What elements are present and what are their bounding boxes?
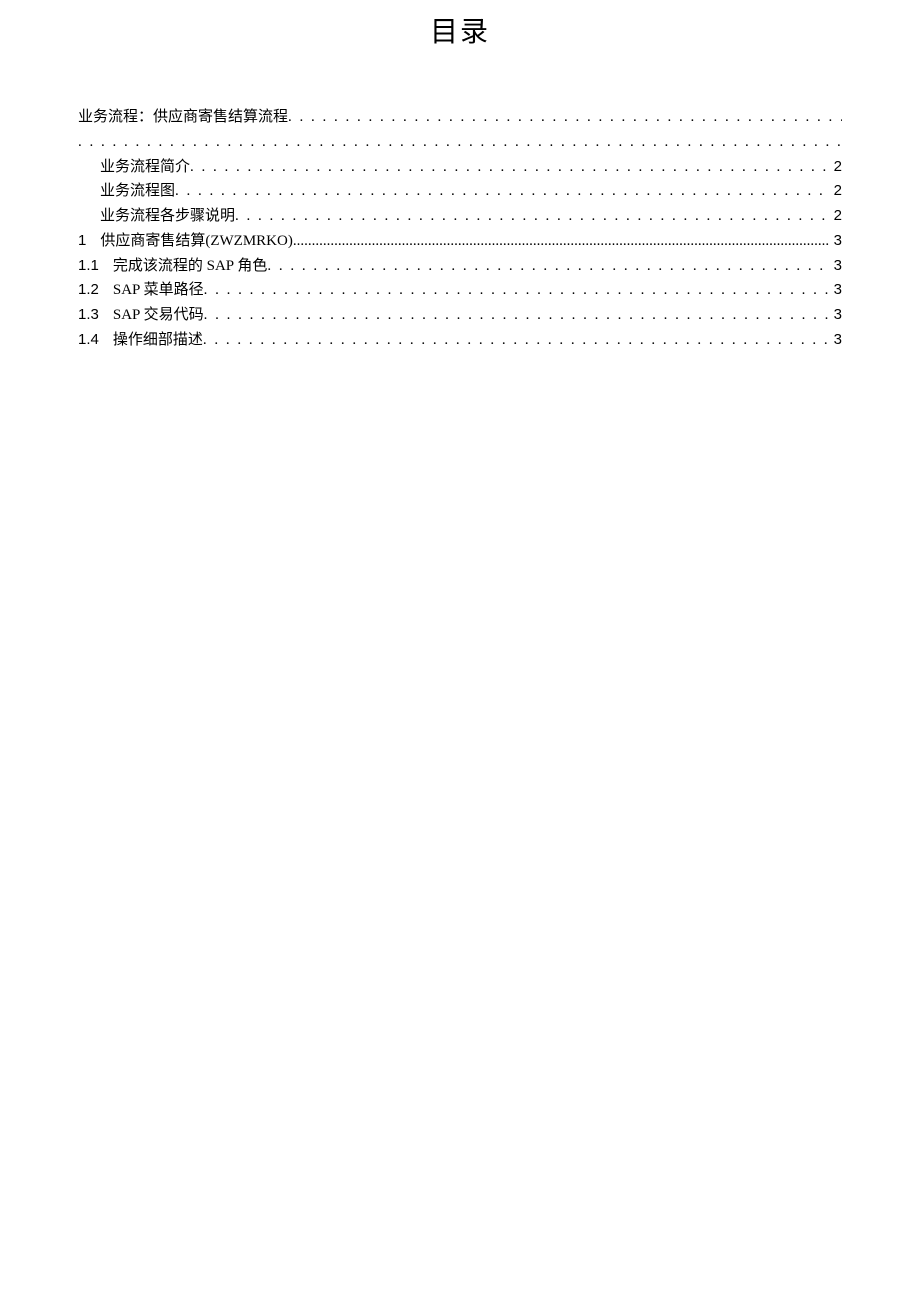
- toc-entry: 业务流程各步骤说明 2: [78, 204, 842, 229]
- toc-leader: [190, 155, 830, 180]
- toc-label: 业务流程各步骤说明: [100, 204, 235, 229]
- page-title: 目录: [78, 10, 842, 50]
- toc-entry: 1 供应商寄售结算(ZWZMRKO) 3: [78, 229, 842, 254]
- toc-entry: 业务流程简介 2: [78, 155, 842, 180]
- toc-leader: [235, 204, 830, 229]
- toc-page-number: 3: [830, 328, 842, 353]
- toc-page-number: 3: [830, 303, 842, 328]
- toc-leader: [267, 254, 829, 279]
- toc-entry: 1.4 操作细部描述 3: [78, 328, 842, 353]
- toc-page-number: 3: [830, 254, 842, 279]
- toc-entry: 业务流程图 2: [78, 179, 842, 204]
- toc-label: 完成该流程的 SAP 角色: [113, 254, 267, 279]
- toc-number: 1.3: [78, 303, 99, 328]
- toc-label: 操作细部描述: [113, 328, 203, 353]
- toc-leader: [204, 303, 830, 328]
- toc-leader: [293, 229, 830, 254]
- toc-page-number: 2: [830, 155, 842, 180]
- toc-number: 1.1: [78, 254, 99, 279]
- toc-entry: 1.1 完成该流程的 SAP 角色 3: [78, 254, 842, 279]
- toc-entry: 1.3 SAP 交易代码 3: [78, 303, 842, 328]
- toc-leader: [175, 179, 830, 204]
- toc-label: 业务流程：供应商寄售结算流程: [78, 105, 288, 130]
- toc-entry-main: 业务流程：供应商寄售结算流程: [78, 105, 842, 130]
- toc-label: 供应商寄售结算(ZWZMRKO): [100, 229, 292, 254]
- page-container: 目录 业务流程：供应商寄售结算流程 业务流程简介2业务流程图2业务流程各步骤说明…: [0, 0, 920, 353]
- toc-page-number: 3: [830, 229, 842, 254]
- toc-number: 1.4: [78, 328, 99, 353]
- toc-label: SAP 交易代码: [113, 303, 204, 328]
- toc-leader: [78, 130, 842, 155]
- toc-page-number: 2: [830, 204, 842, 229]
- table-of-contents: 业务流程：供应商寄售结算流程 业务流程简介 2 业务流程图 2 业务流程各步骤说明 2 1供…: [78, 105, 842, 353]
- toc-page-number: 3: [830, 278, 842, 303]
- toc-leader: [203, 328, 830, 353]
- toc-leader: [288, 105, 842, 130]
- toc-label: 业务流程图: [100, 179, 175, 204]
- toc-page-number: 2: [830, 179, 842, 204]
- toc-number: 1: [78, 229, 86, 254]
- toc-entry-main-continuation: [78, 130, 842, 155]
- toc-entry: 1.2 SAP 菜单路径 3: [78, 278, 842, 303]
- toc-number: 1.2: [78, 278, 99, 303]
- toc-label: 业务流程简介: [100, 155, 190, 180]
- toc-leader: [204, 278, 830, 303]
- toc-label: SAP 菜单路径: [113, 278, 204, 303]
